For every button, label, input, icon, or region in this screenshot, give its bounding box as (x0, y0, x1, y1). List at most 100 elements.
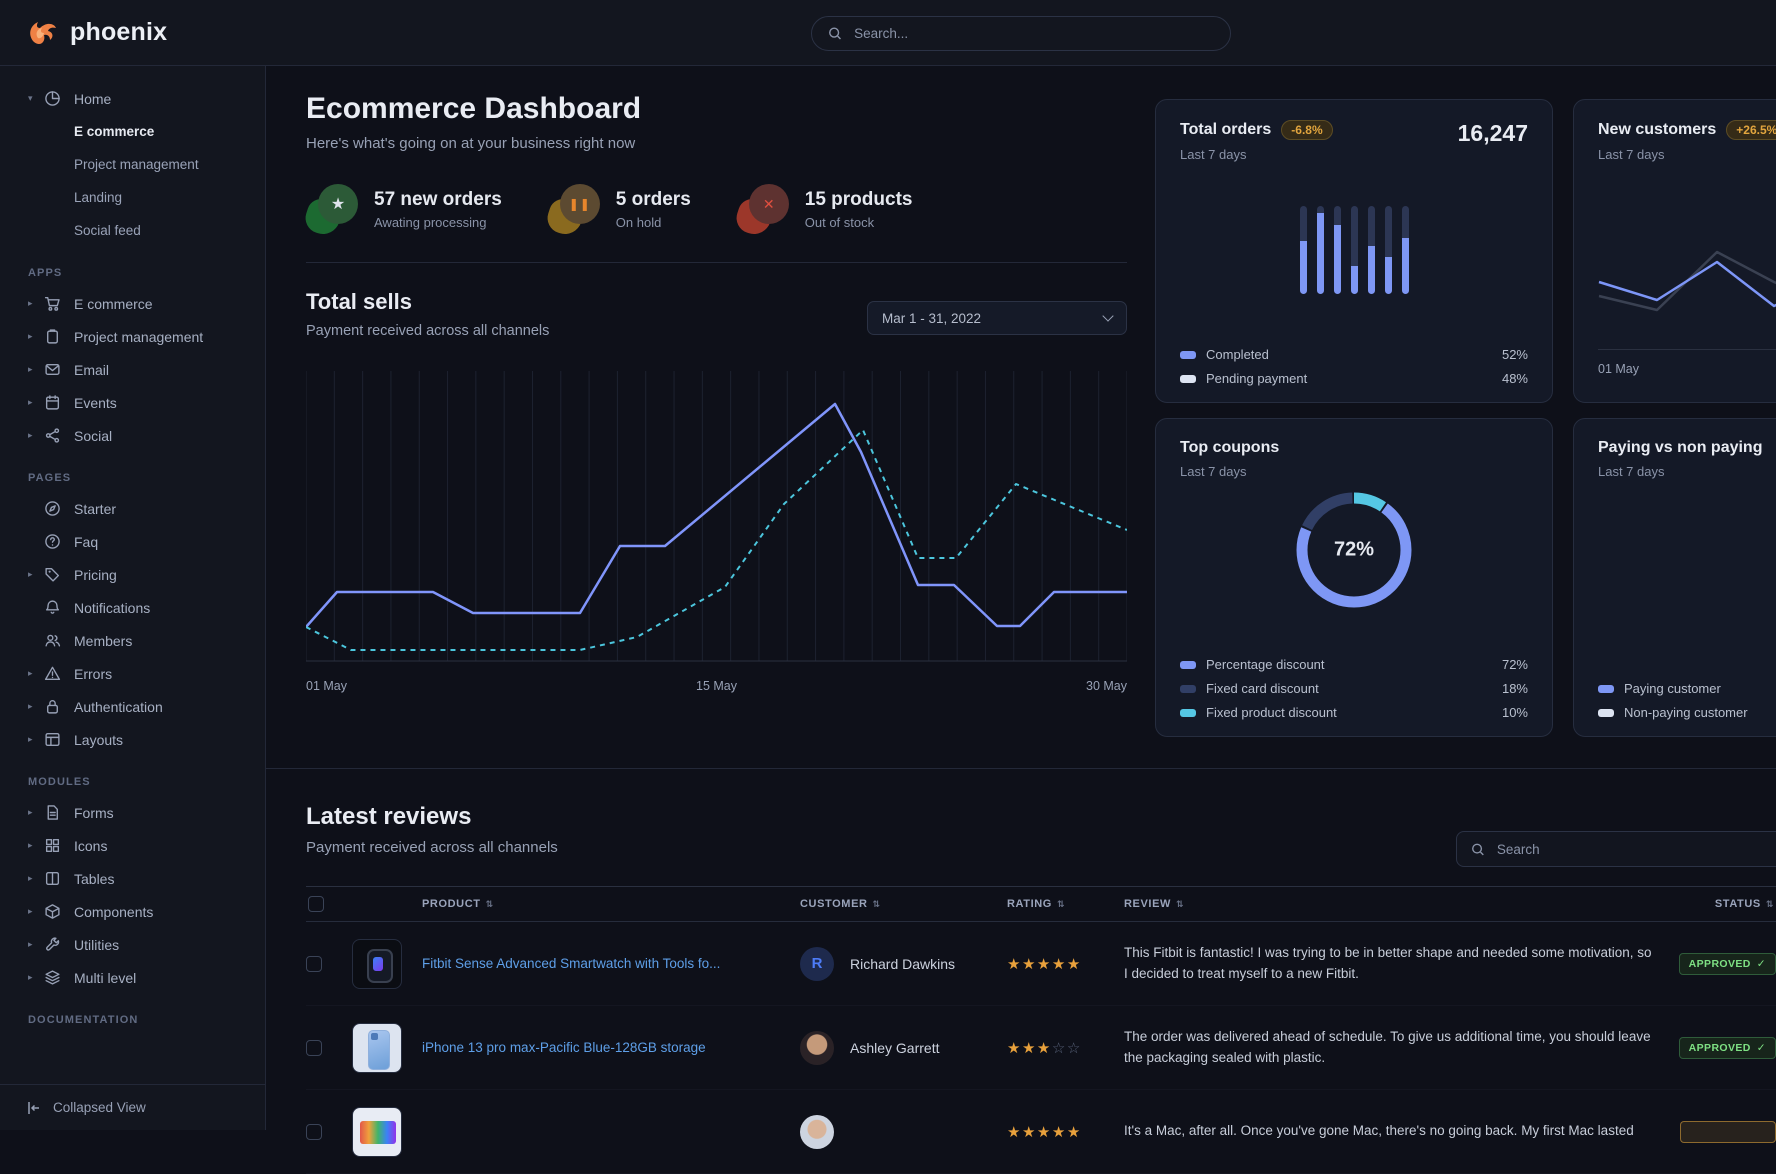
sidebar-item-starter[interactable]: Starter (0, 492, 265, 525)
orders-bar-chart (1180, 206, 1528, 294)
sidebar-subitem-landing[interactable]: Landing (0, 181, 265, 214)
sidebar-item-project-management[interactable]: ▸Project management (0, 320, 265, 353)
legend-value: 10% (1502, 705, 1528, 720)
col-header-status[interactable]: STATUS ⇅ (1669, 898, 1776, 910)
sidebar-item-e-commerce[interactable]: ▸E commerce (0, 287, 265, 320)
search-icon (1471, 842, 1485, 857)
sidebar-item-label: Components (74, 904, 153, 920)
search-input[interactable] (852, 25, 1214, 42)
sidebar-subitem-e-commerce[interactable]: E commerce (0, 115, 265, 148)
sidebar-item-faq[interactable]: Faq (0, 525, 265, 558)
card-title: New customers (1598, 121, 1716, 139)
sort-icon: ⇅ (873, 899, 881, 910)
legend-row: Paying customer (1598, 681, 1776, 696)
sidebar-item-tables[interactable]: ▸Tables (0, 862, 265, 895)
reviews-search[interactable] (1456, 831, 1776, 867)
sidebar-item-pricing[interactable]: ▸Pricing (0, 558, 265, 591)
caret-right-icon: ▸ (28, 734, 44, 745)
x-tick: 30 May (1086, 679, 1127, 693)
stacked-bar (1300, 206, 1307, 294)
sidebar-item-events[interactable]: ▸Events (0, 386, 265, 419)
legend-value: 48% (1502, 371, 1528, 386)
pie-chart-icon (44, 90, 61, 107)
row-checkbox[interactable] (306, 1124, 322, 1140)
legend-row: Pending payment48% (1180, 371, 1528, 386)
card-top-coupons: Top coupons Last 7 days 72% Percentage d… (1155, 418, 1553, 737)
bell-icon (44, 599, 61, 616)
avatar: R (800, 947, 834, 981)
col-header-product[interactable]: PRODUCT ⇅ (352, 898, 800, 910)
date-range-select[interactable]: Mar 1 - 31, 2022 (867, 301, 1127, 335)
product-link[interactable]: Fitbit Sense Advanced Smartwatch with To… (422, 956, 720, 971)
sidebar-item-components[interactable]: ▸Components (0, 895, 265, 928)
file-icon (44, 804, 61, 821)
caret-right-icon: ▸ (28, 873, 44, 884)
sidebar-item-multi-level[interactable]: ▸Multi level (0, 961, 265, 994)
sidebar-item-email[interactable]: ▸Email (0, 353, 265, 386)
status-label: APPROVED (1689, 958, 1751, 970)
sort-icon: ⇅ (1057, 899, 1065, 910)
warning-icon (44, 665, 61, 682)
product-link[interactable]: iPhone 13 pro max-Pacific Blue-128GB sto… (422, 1040, 706, 1055)
sidebar-item-label: E commerce (74, 296, 153, 312)
phoenix-logo-icon (26, 18, 60, 48)
caret-right-icon: ▸ (28, 430, 44, 441)
sidebar-item-forms[interactable]: ▸Forms (0, 796, 265, 829)
table-row: iPhone 13 pro max-Pacific Blue-128GB sto… (306, 1006, 1776, 1090)
card-period: Last 7 days (1598, 464, 1776, 479)
collapse-sidebar-button[interactable]: Collapsed View (0, 1084, 265, 1130)
row-checkbox[interactable] (306, 1040, 322, 1056)
stat-value: 5 orders (616, 189, 691, 211)
sidebar-item-notifications[interactable]: Notifications (0, 591, 265, 624)
card-new-customers: New customers +26.5% Last 7 days 01 May (1573, 99, 1776, 403)
sidebar-item-errors[interactable]: ▸Errors (0, 657, 265, 690)
sidebar-item-members[interactable]: Members (0, 624, 265, 657)
sidebar-item-layouts[interactable]: ▸ Layouts (0, 723, 265, 756)
collapse-label: Collapsed View (53, 1100, 146, 1115)
legend-label: Non-paying customer (1624, 705, 1748, 720)
legend-swatch (1180, 661, 1196, 669)
card-title: Total orders (1180, 121, 1271, 139)
review-text: This Fitbit is fantastic! I was trying t… (1124, 943, 1654, 985)
sidebar-item-authentication[interactable]: ▸Authentication (0, 690, 265, 723)
star-icon: ★ (306, 184, 358, 234)
question-icon (44, 533, 61, 550)
card-period: Last 7 days (1180, 147, 1528, 162)
legend-value: 72% (1502, 657, 1528, 672)
sidebar-item-home[interactable]: ▾Home (0, 82, 265, 115)
sidebar-section-label: DOCUMENTATION (28, 1014, 265, 1026)
caret-right-icon: ▸ (28, 701, 44, 712)
quick-stats: ★57 new ordersAwating processing❚❚5 orde… (306, 184, 1127, 234)
sidebar-item-utilities[interactable]: ▸Utilities (0, 928, 265, 961)
card-title: Top coupons (1180, 439, 1279, 457)
legend-row: Completed52% (1180, 347, 1528, 362)
card-period: Last 7 days (1598, 147, 1776, 162)
trend-badge: -6.8% (1281, 120, 1332, 140)
sidebar-item-label: Layouts (74, 732, 123, 748)
status-label: APPROVED (1689, 1042, 1751, 1054)
col-header-customer[interactable]: CUSTOMER ⇅ (800, 898, 1007, 910)
reviews-search-input[interactable] (1495, 841, 1776, 858)
paying-legend: Paying customer Non-paying customer (1598, 672, 1776, 720)
select-all-checkbox[interactable] (308, 896, 324, 912)
global-search[interactable] (811, 16, 1231, 51)
col-header-review[interactable]: REVIEW ⇅ (1124, 898, 1669, 910)
kpi-cards: Total orders -6.8% 16,247 Last 7 days Co… (1155, 66, 1776, 768)
caret-right-icon: ▸ (28, 331, 44, 342)
legend-swatch (1180, 685, 1196, 693)
stat-caption: On hold (616, 215, 691, 230)
customer-name: Richard Dawkins (850, 956, 955, 972)
sidebar-subitem-project-management[interactable]: Project management (0, 148, 265, 181)
sidebar-item-icons[interactable]: ▸Icons (0, 829, 265, 862)
table-row: ★★★★★It's a Mac, after all. Once you've … (306, 1090, 1776, 1174)
total-sells-subtitle: Payment received across all channels (306, 323, 549, 339)
col-header-rating[interactable]: RATING ⇅ (1007, 898, 1124, 910)
brand-logo[interactable]: phoenix (26, 18, 167, 48)
grid-icon (44, 837, 61, 854)
cart-icon (44, 295, 61, 312)
row-checkbox[interactable] (306, 956, 322, 972)
sidebar-subitem-social-feed[interactable]: Social feed (0, 214, 265, 247)
caret-right-icon: ▸ (28, 364, 44, 375)
sidebar-item-social[interactable]: ▸Social (0, 419, 265, 452)
sidebar-section-label: APPS (28, 267, 265, 279)
